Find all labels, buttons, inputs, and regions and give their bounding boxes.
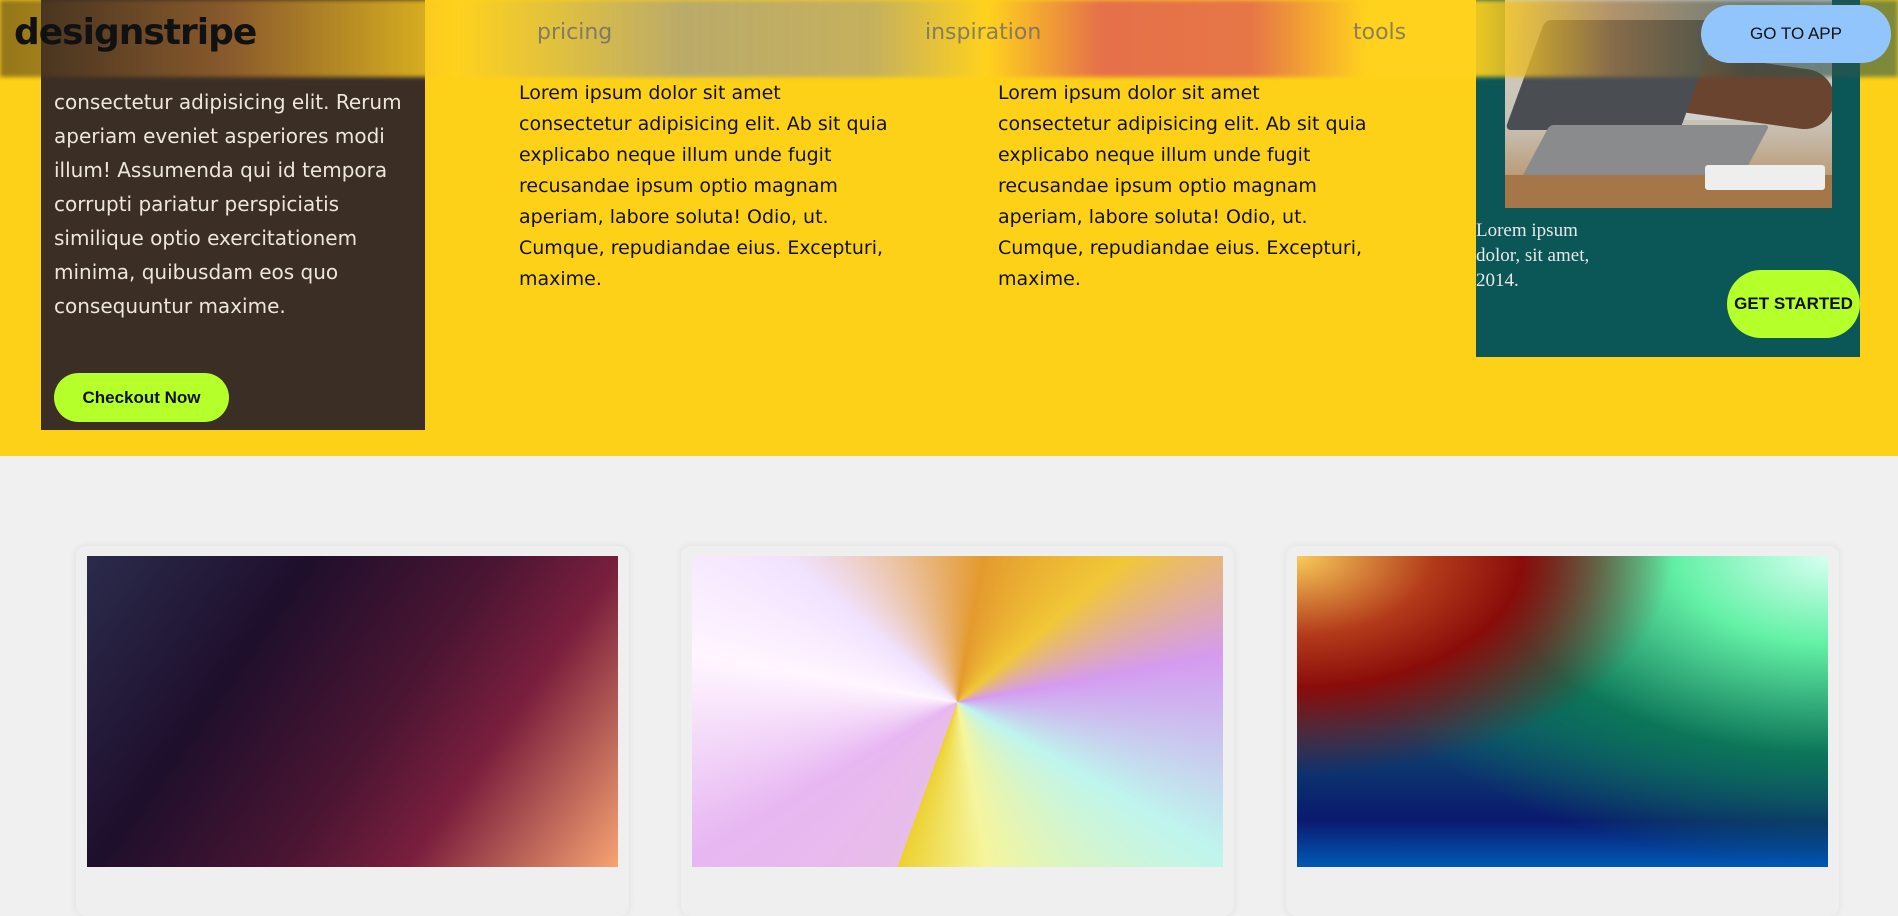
top-navbar: designstripe pricing inspiration tools G… (0, 0, 1898, 77)
nav-link-inspiration[interactable]: inspiration (925, 20, 1041, 45)
hero-text-column-2: Lorem ipsum dolor sit amet consectetur a… (998, 82, 1367, 290)
gradient-preview-image (692, 556, 1223, 867)
checkout-now-button[interactable]: Checkout Now (54, 373, 229, 422)
gradient-preview-image (87, 556, 618, 867)
nav-link-tools[interactable]: tools (1353, 20, 1406, 45)
photo-caption: Lorem ipsum dolor, sit amet, 2014. (1476, 220, 1590, 291)
gradient-card-1[interactable] (76, 546, 629, 916)
designstripe-logo[interactable]: designstripe (14, 12, 257, 53)
get-started-button[interactable]: GET STARTED (1727, 270, 1860, 338)
gradient-preview-image (1297, 556, 1828, 867)
go-to-app-button[interactable]: GO TO APP (1701, 5, 1891, 63)
hero-text-column-1: Lorem ipsum dolor sit amet consectetur a… (519, 82, 888, 290)
gradient-card-2[interactable] (681, 546, 1234, 916)
nav-link-pricing[interactable]: pricing (537, 20, 612, 45)
gradient-card-3[interactable] (1286, 546, 1839, 916)
promo-card-text: consectetur adipisicing elit. Rerum aper… (54, 90, 402, 318)
